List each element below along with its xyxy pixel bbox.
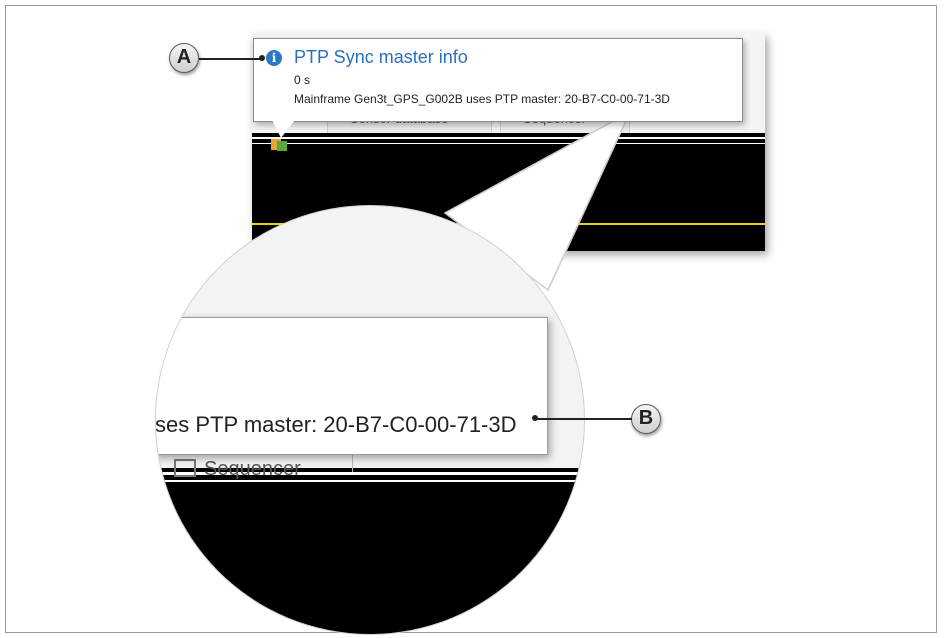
tooltip-time: 0 s [294, 73, 311, 87]
leader-dot-b [532, 415, 538, 421]
leader-line-a [199, 58, 262, 60]
tooltip-title: PTP Sync master info [294, 47, 468, 67]
tray-icon[interactable] [270, 136, 288, 152]
callout-b: B [631, 404, 661, 434]
info-icon: i [266, 50, 282, 66]
leader-line-b [535, 418, 632, 420]
leader-dot-a [259, 55, 265, 61]
ptp-sync-tooltip[interactable]: i PTP Sync master info 0 s Mainframe Gen… [253, 38, 743, 122]
tooltip-message: Mainframe Gen3t_GPS_G002B uses PTP maste… [294, 92, 670, 106]
callout-a: A [169, 43, 199, 73]
